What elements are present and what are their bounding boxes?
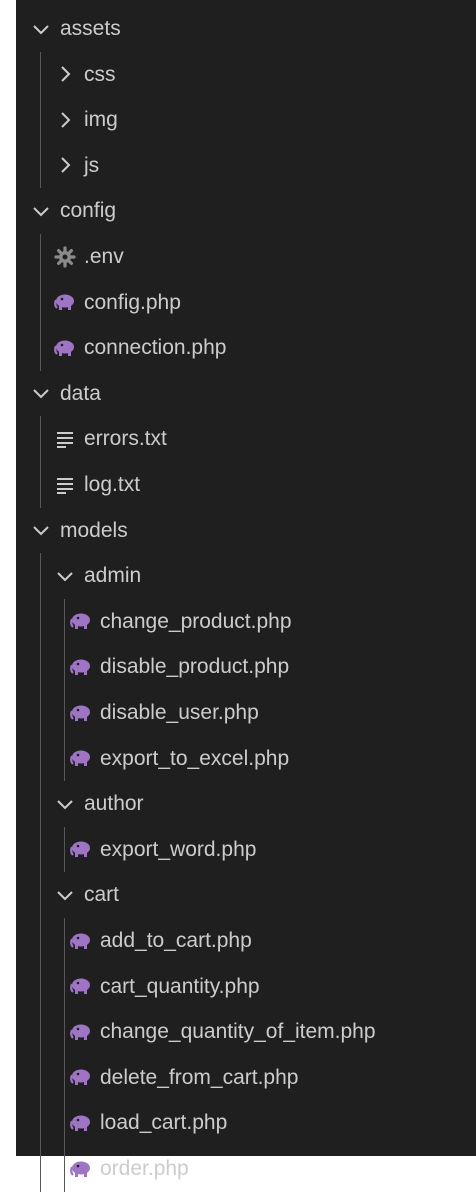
indent-guide	[64, 598, 65, 782]
tree-file-disable-product-php[interactable]: disable_product.php	[16, 644, 476, 689]
php-elephant-icon	[70, 838, 92, 860]
tree-item-label: config	[60, 199, 117, 223]
chevron-down-icon[interactable]	[54, 565, 76, 587]
tree-folder-admin[interactable]: admin	[16, 553, 476, 598]
tree-folder-css[interactable]: css	[16, 52, 476, 97]
tree-item-label: log.txt	[84, 473, 141, 496]
chevron-down-icon[interactable]	[30, 18, 52, 40]
tree-item-label: .env	[84, 245, 124, 268]
tree-folder-models[interactable]: models	[16, 508, 476, 553]
indent-guide	[40, 416, 41, 508]
tree-item-label: errors.txt	[84, 427, 167, 451]
tree-file-log-txt[interactable]: log.txt	[16, 462, 476, 507]
tree-file-connection-php[interactable]: connection.php	[16, 325, 476, 370]
tree-item-label: disable_product.php	[100, 655, 290, 679]
tree-item-label: add_to_cart.php	[100, 929, 252, 952]
tree-item-label: disable_user.php	[100, 701, 259, 724]
php-elephant-icon	[70, 1021, 92, 1043]
tree-item-label: cart_quantity.php	[100, 974, 260, 998]
tree-item-label: connection.php	[84, 336, 227, 360]
chevron-right-icon[interactable]	[54, 154, 76, 176]
tree-item-label: order.php	[100, 1157, 189, 1180]
tree-file-change-product-php[interactable]: change_product.php	[16, 599, 476, 644]
indent-guide	[64, 826, 65, 873]
tree-file-change-quantity-of-item-php[interactable]: change_quantity_of_item.php	[16, 1009, 476, 1054]
tree-file-export-word-php[interactable]: export_word.php	[16, 827, 476, 872]
tree-folder-js[interactable]: js	[16, 143, 476, 188]
php-elephant-icon	[70, 930, 92, 952]
chevron-down-icon[interactable]	[30, 519, 52, 541]
indent-guide	[40, 553, 41, 1192]
tree-file-env[interactable]: .env	[16, 234, 476, 279]
tree-item-label: js	[84, 153, 100, 177]
tree-folder-author[interactable]: author	[16, 781, 476, 826]
php-elephant-icon	[70, 975, 92, 997]
chevron-right-icon[interactable]	[54, 63, 76, 85]
tree-item-label: export_to_excel.php	[100, 746, 290, 770]
tree-folder-config[interactable]: config	[16, 188, 476, 233]
tree-file-disable-user-php[interactable]: disable_user.php	[16, 690, 476, 735]
text-lines-icon	[54, 428, 76, 450]
file-explorer: assets css img js config .env config.php connec…	[16, 0, 476, 1192]
indent-guide	[40, 51, 41, 189]
tree-file-delete-from-cart-php[interactable]: delete_from_cart.php	[16, 1055, 476, 1100]
tree-item-label: models	[60, 518, 128, 542]
chevron-down-icon[interactable]	[54, 793, 76, 815]
php-elephant-icon	[54, 291, 76, 313]
tree-item-label: config.php	[84, 290, 181, 314]
tree-file-add-to-cart-php[interactable]: add_to_cart.php	[16, 918, 476, 963]
tree-item-label: assets	[60, 17, 121, 40]
chevron-down-icon[interactable]	[30, 200, 52, 222]
tree-file-cart-quantity-php[interactable]: cart_quantity.php	[16, 964, 476, 1009]
chevron-down-icon[interactable]	[54, 884, 76, 906]
tree-item-label: load_cart.php	[100, 1111, 228, 1135]
tree-item-label: author	[84, 792, 144, 816]
tree-file-errors-txt[interactable]: errors.txt	[16, 416, 476, 461]
php-elephant-icon	[70, 656, 92, 678]
php-elephant-icon	[70, 1158, 92, 1180]
tree-item-label: css	[84, 62, 116, 86]
tree-item-label: delete_from_cart.php	[100, 1065, 299, 1089]
tree-file-load-cart-php[interactable]: load_cart.php	[16, 1100, 476, 1145]
tree-item-label: img	[84, 108, 118, 132]
indent-guide	[40, 234, 41, 371]
tree-item-label: data	[60, 381, 101, 405]
php-elephant-icon	[70, 702, 92, 724]
php-elephant-icon	[70, 610, 92, 632]
gear-icon	[54, 245, 76, 268]
php-elephant-icon	[54, 337, 76, 359]
tree-item-label: change_product.php	[100, 609, 292, 633]
tree-folder-img[interactable]: img	[16, 97, 476, 142]
tree-folder-data[interactable]: data	[16, 371, 476, 416]
indent-guide	[64, 918, 65, 1192]
tree-item-label: cart	[84, 883, 120, 907]
tree-item-label: admin	[84, 564, 142, 588]
tree-folder-assets[interactable]: assets	[16, 6, 476, 51]
php-elephant-icon	[70, 1066, 92, 1088]
tree-item-label: change_quantity_of_item.php	[100, 1020, 376, 1044]
php-elephant-icon	[70, 747, 92, 769]
chevron-down-icon[interactable]	[30, 382, 52, 404]
chevron-right-icon[interactable]	[54, 109, 76, 131]
tree-item-label: export_word.php	[100, 837, 257, 861]
tree-file-export-to-excel-php[interactable]: export_to_excel.php	[16, 736, 476, 781]
text-lines-icon	[54, 474, 76, 496]
tree-file-order-php[interactable]: order.php	[16, 1146, 476, 1191]
tree-file-config-php[interactable]: config.php	[16, 280, 476, 325]
php-elephant-icon	[70, 1112, 92, 1134]
tree-folder-cart[interactable]: cart	[16, 872, 476, 917]
